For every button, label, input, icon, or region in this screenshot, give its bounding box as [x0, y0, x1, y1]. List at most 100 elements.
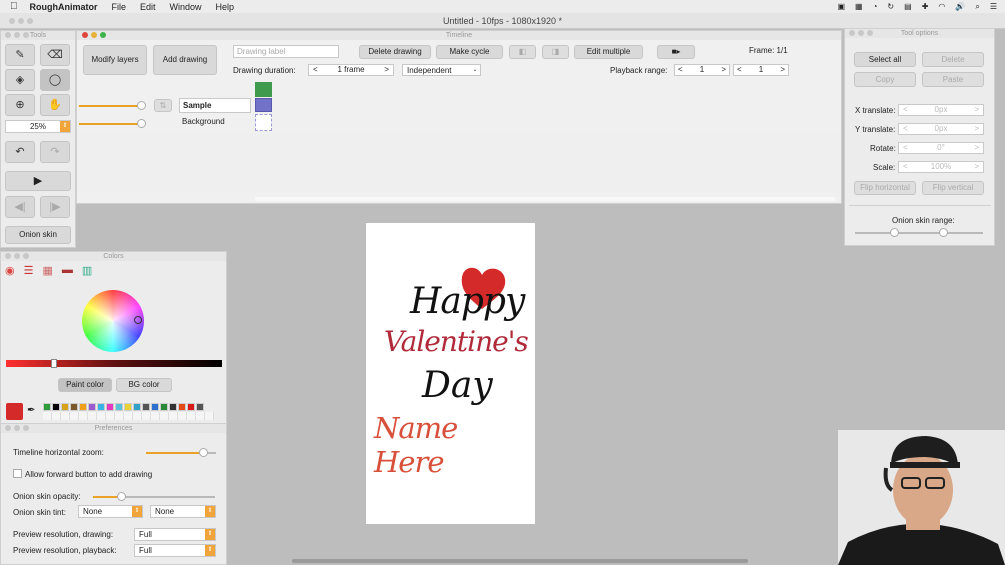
lasso-tool[interactable]: ◯: [40, 69, 70, 91]
undo-button[interactable]: ↶: [5, 141, 35, 163]
preview-drawing-select[interactable]: Full ⇕: [134, 528, 216, 541]
palette-swatch[interactable]: [124, 403, 132, 411]
palette-swatch[interactable]: [115, 403, 123, 411]
layer-opacity-slider-2[interactable]: [137, 119, 146, 128]
onion-skin-button[interactable]: Onion skin: [5, 226, 71, 244]
image-palette-tab-icon[interactable]: ▬: [62, 264, 73, 278]
palette-swatch[interactable]: [142, 403, 150, 411]
palette-swatch[interactable]: [160, 403, 168, 411]
apple-icon[interactable]: : [10, 1, 18, 12]
copy-button[interactable]: Copy: [854, 72, 916, 87]
palette-swatch[interactable]: [70, 403, 78, 411]
palette-swatch[interactable]: [178, 403, 186, 411]
color-wheel-cursor[interactable]: [134, 316, 142, 324]
list-icon[interactable]: ☰: [990, 2, 997, 11]
palette-swatch[interactable]: [88, 403, 96, 411]
zoom-field[interactable]: 25% ⇕: [5, 120, 71, 133]
duration-decrease-icon[interactable]: <: [313, 65, 318, 75]
menu-help[interactable]: Help: [216, 2, 235, 12]
eraser-tool[interactable]: ⌫: [40, 44, 70, 66]
onion-tint-select-a[interactable]: None ⇕: [78, 505, 143, 518]
color-sliders-tab-icon[interactable]: ☰: [24, 264, 34, 278]
palette-swatch[interactable]: [151, 403, 159, 411]
tools-window-controls[interactable]: [2, 32, 29, 41]
menu-window[interactable]: Window: [170, 2, 202, 12]
brightness-slider-knob[interactable]: [51, 359, 57, 368]
bg-color-button[interactable]: BG color: [116, 378, 172, 392]
palette-swatch[interactable]: [133, 403, 141, 411]
pencil-tool[interactable]: ✎: [5, 44, 35, 66]
empty-swatch-row[interactable]: [43, 412, 214, 420]
colors-window-controls[interactable]: [2, 253, 29, 262]
eyedropper-icon[interactable]: ✒: [27, 405, 35, 416]
move-right-button[interactable]: ◨: [542, 45, 569, 59]
delete-button[interactable]: Delete: [922, 52, 984, 67]
select-all-button[interactable]: Select all: [854, 52, 916, 67]
volume-icon[interactable]: 🔊: [955, 2, 965, 11]
onion-range-knob-start[interactable]: [890, 228, 899, 237]
paint-color-button[interactable]: Paint color: [58, 378, 112, 392]
timeline-zoom-knob[interactable]: [199, 448, 208, 457]
app-menu[interactable]: RoughAnimator: [30, 2, 98, 12]
duration-increase-icon[interactable]: >: [384, 65, 389, 75]
tool-options-scrollbar[interactable]: [1000, 159, 1004, 239]
plus-icon[interactable]: ✚: [922, 2, 929, 11]
timeline-window-controls[interactable]: [79, 32, 106, 41]
color-wheel-tab-icon[interactable]: ◉: [5, 264, 15, 278]
onion-range-knob-end[interactable]: [939, 228, 948, 237]
onion-opacity-knob[interactable]: [117, 492, 126, 501]
timer-icon[interactable]: ◔: [873, 2, 878, 11]
sync-icon[interactable]: ↻: [887, 2, 894, 11]
search-icon[interactable]: ⌕: [975, 2, 979, 12]
brightness-slider[interactable]: [6, 360, 222, 367]
paste-button[interactable]: Paste: [922, 72, 984, 87]
layer-opacity-slider-1[interactable]: [137, 101, 146, 110]
move-left-button[interactable]: ◧: [509, 45, 536, 59]
window-controls[interactable]: [6, 13, 33, 29]
palette-swatch[interactable]: [196, 403, 204, 411]
edit-multiple-button[interactable]: Edit multiple: [574, 45, 643, 59]
scale-field[interactable]: <100% >: [898, 161, 984, 173]
drawing-label-input[interactable]: Drawing label: [233, 45, 339, 58]
drawing-duration-field[interactable]: < 1 frame >: [308, 64, 394, 76]
zoom-tool[interactable]: ⊕: [5, 94, 35, 116]
flip-vertical-button[interactable]: Flip vertical: [922, 181, 984, 195]
palette-swatch[interactable]: [97, 403, 105, 411]
palette-swatch[interactable]: [187, 403, 195, 411]
allow-forward-checkbox[interactable]: [13, 469, 22, 478]
frame-cell-background[interactable]: [255, 114, 272, 131]
canvas-hscrollbar[interactable]: [292, 559, 748, 563]
camera-button[interactable]: ■▸: [657, 45, 695, 59]
x-translate-field[interactable]: <0px >: [898, 104, 984, 116]
delete-drawing-button[interactable]: Delete drawing: [359, 45, 431, 59]
modify-layers-button[interactable]: Modify layers: [83, 45, 147, 75]
palette-swatch[interactable]: [169, 403, 177, 411]
layer-background[interactable]: Background: [182, 117, 225, 126]
frame-cell-sample[interactable]: [255, 98, 272, 112]
preferences-window-controls[interactable]: [2, 425, 29, 434]
camera-icon[interactable]: ▣: [837, 2, 845, 11]
wifi-icon[interactable]: ◠: [938, 2, 945, 11]
menu-file[interactable]: File: [112, 2, 127, 12]
rotate-field[interactable]: <0° >: [898, 142, 984, 154]
layer-sample[interactable]: Sample: [179, 98, 251, 113]
book-icon[interactable]: ▤: [904, 2, 912, 11]
redo-button[interactable]: ↷: [40, 141, 70, 163]
preview-playback-select[interactable]: Full ⇕: [134, 544, 216, 557]
current-color-swatch[interactable]: [6, 403, 23, 420]
crayon-tab-icon[interactable]: ▥: [82, 264, 92, 278]
tool-options-window-controls[interactable]: [846, 30, 873, 39]
layer-sort-button[interactable]: ⇅: [154, 99, 172, 112]
flip-horizontal-button[interactable]: Flip horizontal: [854, 181, 916, 195]
y-translate-field[interactable]: <0px >: [898, 123, 984, 135]
menu-edit[interactable]: Edit: [140, 2, 156, 12]
fill-tool[interactable]: ◈: [5, 69, 35, 91]
independent-select[interactable]: Independent ⌄: [402, 64, 481, 76]
palette-swatch[interactable]: [79, 403, 87, 411]
canvas-paper[interactable]: Happy Valentine's Day Name Here: [366, 223, 535, 524]
hand-tool[interactable]: ✋: [40, 94, 70, 116]
playback-start-field[interactable]: <1 >: [674, 64, 730, 76]
frame-cell-sample-green[interactable]: [255, 82, 272, 97]
palette-swatch[interactable]: [61, 403, 69, 411]
next-frame-button[interactable]: |▶: [40, 196, 70, 218]
